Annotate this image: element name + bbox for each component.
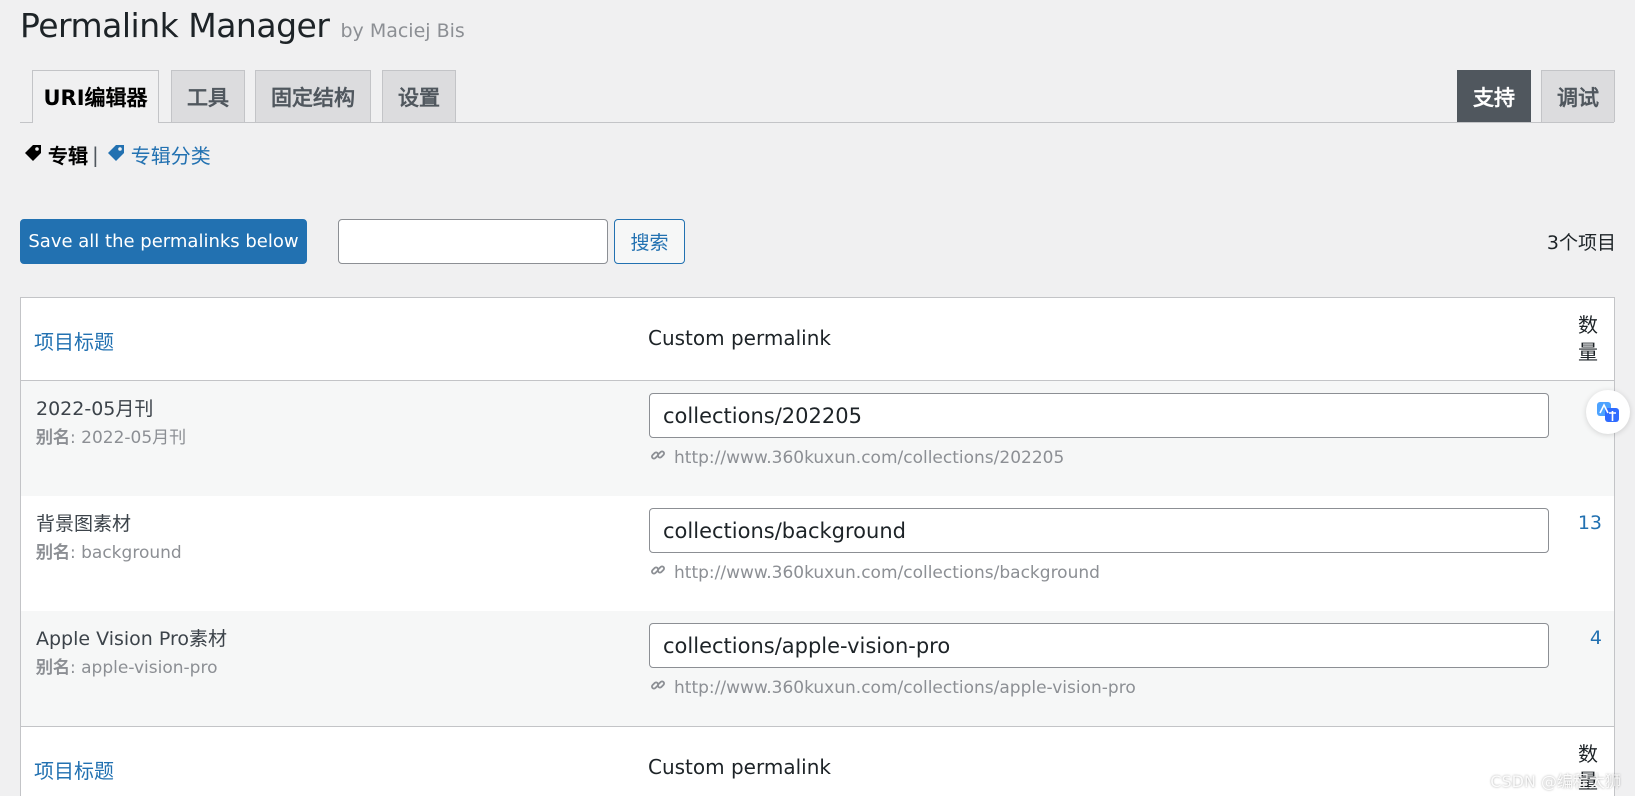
- column-permalink-header: Custom permalink: [648, 326, 831, 350]
- search-input[interactable]: [338, 219, 608, 264]
- save-all-permalinks-button[interactable]: Save all the permalinks below: [20, 219, 307, 264]
- slug-value: : background: [70, 543, 182, 563]
- permalink-manager-page: Permalink Manager by Maciej Bis URI编辑器 工…: [0, 0, 1635, 796]
- row-url: http://www.360kuxun.com/collections/back…: [650, 562, 1100, 583]
- translate-widget-icon[interactable]: [1586, 390, 1630, 434]
- tab-debug[interactable]: 调试: [1541, 70, 1615, 122]
- tab-tools[interactable]: 工具: [171, 70, 245, 122]
- permalink-input[interactable]: [649, 393, 1549, 438]
- row-slug: 别名: background: [36, 538, 182, 563]
- row-count[interactable]: 13: [1578, 512, 1602, 534]
- permalink-input[interactable]: [649, 623, 1549, 668]
- tab-uri-editor[interactable]: URI编辑器: [32, 70, 159, 123]
- permalinks-table: 项目标题 Custom permalink 数量 2022-05月刊 别名: 2…: [20, 297, 1615, 796]
- row-title: Apple Vision Pro素材: [36, 628, 228, 650]
- link-icon: [650, 562, 666, 583]
- subnav-current-label: 专辑: [48, 144, 88, 168]
- slug-label: 别名: [36, 543, 70, 563]
- tab-support[interactable]: 支持: [1457, 70, 1531, 122]
- subnav-link-category[interactable]: 专辑分类: [107, 140, 211, 169]
- row-slug: 别名: 2022-05月刊: [36, 423, 186, 448]
- slug-value: : 2022-05月刊: [70, 428, 187, 448]
- items-count: 3个项目: [1546, 232, 1616, 254]
- subnav-current: 专辑: [24, 140, 88, 169]
- column-title-footer[interactable]: 项目标题: [34, 755, 114, 784]
- row-title: 背景图素材: [36, 513, 132, 535]
- watermark: CSDN @编程太狮: [1490, 772, 1621, 791]
- column-count-header: 数量: [1578, 313, 1598, 364]
- slug-value: : apple-vision-pro: [70, 658, 218, 678]
- slug-label: 别名: [36, 428, 70, 448]
- subnav-separator: |: [92, 142, 99, 167]
- table-row: 2022-05月刊 别名: 2022-05月刊 http://www.360ku…: [21, 381, 1614, 496]
- permalink-input[interactable]: [649, 508, 1549, 553]
- tabs-divider: [20, 122, 1614, 123]
- row-url-text[interactable]: http://www.360kuxun.com/collections/back…: [674, 563, 1100, 583]
- slug-label: 别名: [36, 658, 70, 678]
- row-count[interactable]: 4: [1590, 627, 1602, 649]
- row-url-text[interactable]: http://www.360kuxun.com/collections/2022…: [674, 448, 1064, 468]
- row-title: 2022-05月刊: [36, 398, 154, 420]
- plugin-author: by Maciej Bis: [340, 20, 465, 42]
- column-permalink-footer: Custom permalink: [648, 755, 831, 779]
- row-url: http://www.360kuxun.com/collections/appl…: [650, 677, 1136, 698]
- page-title: Permalink Manager: [20, 6, 330, 45]
- table-row: 背景图素材 别名: background http://www.360kuxun…: [21, 496, 1614, 611]
- row-slug: 别名: apple-vision-pro: [36, 653, 217, 678]
- tag-icon: [24, 143, 42, 167]
- table-footer: 项目标题 Custom permalink 数量: [21, 726, 1614, 796]
- page-header: Permalink Manager by Maciej Bis: [20, 6, 465, 45]
- subnav: 专辑 | 专辑分类: [24, 140, 211, 169]
- column-title-header[interactable]: 项目标题: [34, 326, 114, 355]
- table-header: 项目标题 Custom permalink 数量: [21, 298, 1614, 381]
- tab-permastructs[interactable]: 固定结构: [255, 70, 371, 122]
- link-icon: [650, 447, 666, 468]
- search-button[interactable]: 搜索: [614, 219, 685, 264]
- tab-settings[interactable]: 设置: [382, 70, 456, 122]
- subnav-link-label: 专辑分类: [130, 144, 211, 168]
- tag-icon: [107, 143, 125, 167]
- link-icon: [650, 677, 666, 698]
- table-row: Apple Vision Pro素材 别名: apple-vision-pro …: [21, 611, 1614, 726]
- row-url: http://www.360kuxun.com/collections/2022…: [650, 447, 1064, 468]
- row-url-text[interactable]: http://www.360kuxun.com/collections/appl…: [674, 678, 1136, 698]
